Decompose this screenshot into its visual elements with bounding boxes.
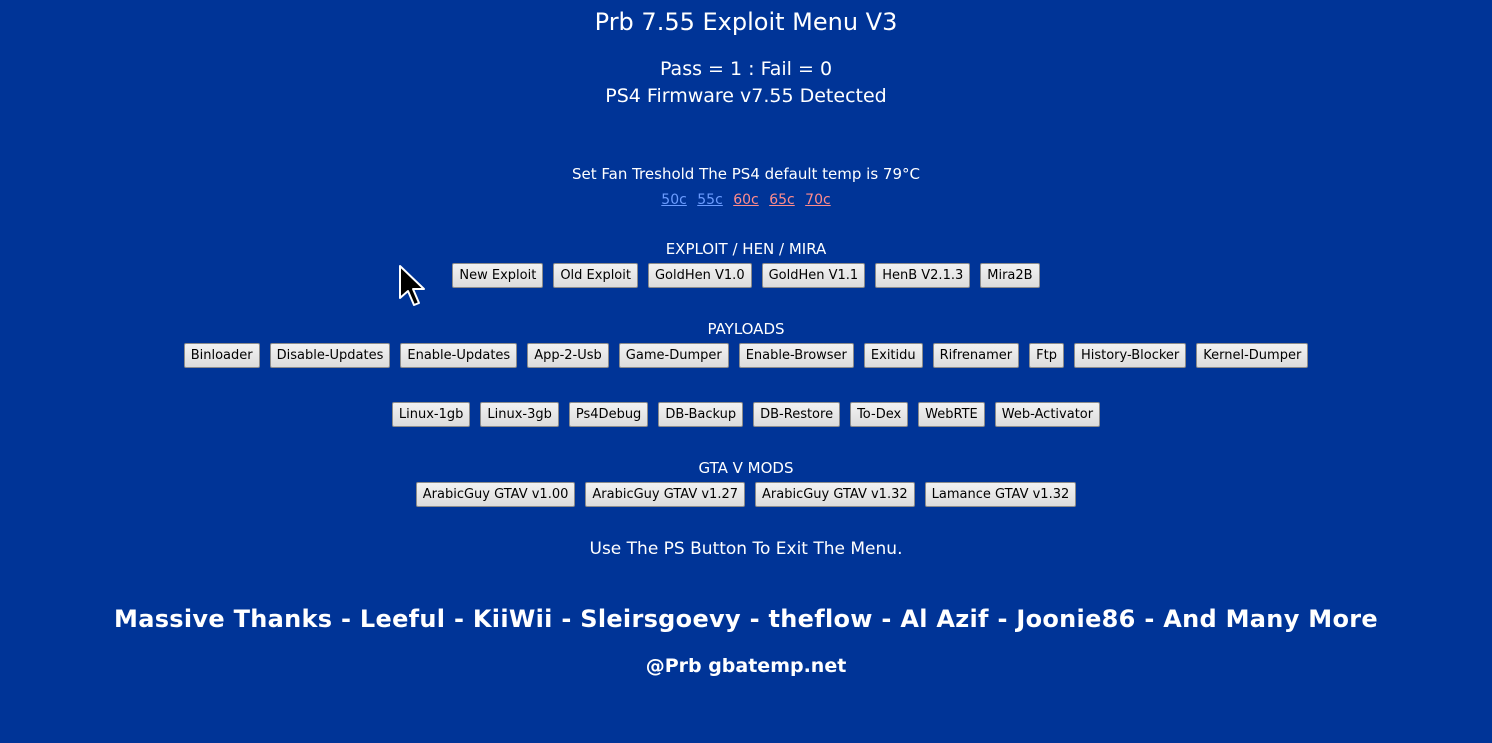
payloads-button-row-1: Binloader Disable-Updates Enable-Updates… <box>0 343 1492 368</box>
arabicguy-gtav-v100-button[interactable]: ArabicGuy GTAV v1.00 <box>415 482 576 507</box>
fan-threshold-links: 50c 55c 60c 65c 70c <box>0 192 1492 208</box>
goldhen-v10-button[interactable]: GoldHen V1.0 <box>647 263 752 288</box>
linux-3gb-button[interactable]: Linux-3gb <box>480 402 559 427</box>
new-exploit-button[interactable]: New Exploit <box>452 263 544 288</box>
disable-updates-button[interactable]: Disable-Updates <box>269 343 391 368</box>
payloads-button-row-2: Linux-1gb Linux-3gb Ps4Debug DB-Backup D… <box>0 402 1492 427</box>
webrte-button[interactable]: WebRTE <box>918 402 985 427</box>
fan-option-60c[interactable]: 60c <box>733 192 759 208</box>
author-credit: @Prb gbatemp.net <box>645 655 847 677</box>
app-2-usb-button[interactable]: App-2-Usb <box>527 343 609 368</box>
mira2b-button[interactable]: Mira2B <box>980 263 1040 288</box>
game-dumper-button[interactable]: Game-Dumper <box>618 343 729 368</box>
old-exploit-button[interactable]: Old Exploit <box>553 263 638 288</box>
rifrenamer-button[interactable]: Rifrenamer <box>932 343 1020 368</box>
enable-browser-button[interactable]: Enable-Browser <box>738 343 854 368</box>
exploit-section-heading: EXPLOIT / HEN / MIRA <box>665 240 827 258</box>
gta-section-heading: GTA V MODS <box>698 459 794 477</box>
db-restore-button[interactable]: DB-Restore <box>753 402 841 427</box>
thanks-credits: Massive Thanks - Leeful - KiiWii - Sleir… <box>114 605 1378 633</box>
linux-1gb-button[interactable]: Linux-1gb <box>391 402 471 427</box>
mouse-pointer-icon <box>399 265 425 306</box>
henb-v213-button[interactable]: HenB V2.1.3 <box>875 263 971 288</box>
to-dex-button[interactable]: To-Dex <box>850 402 909 427</box>
goldhen-v11-button[interactable]: GoldHen V1.1 <box>761 263 866 288</box>
fan-option-65c[interactable]: 65c <box>769 192 795 208</box>
payloads-section-heading: PAYLOADS <box>707 320 785 338</box>
web-activator-button[interactable]: Web-Activator <box>994 402 1101 427</box>
firmware-status: PS4 Firmware v7.55 Detected <box>605 85 887 107</box>
arabicguy-gtav-v127-button[interactable]: ArabicGuy GTAV v1.27 <box>585 482 745 507</box>
fan-option-55c[interactable]: 55c <box>697 192 723 208</box>
arabicguy-gtav-v132-button[interactable]: ArabicGuy GTAV v1.32 <box>755 482 915 507</box>
fan-threshold-title: Set Fan Treshold The PS4 default temp is… <box>571 165 920 183</box>
history-blocker-button[interactable]: History-Blocker <box>1073 343 1187 368</box>
lamance-gtav-v132-button[interactable]: Lamance GTAV v1.32 <box>924 482 1077 507</box>
enable-updates-button[interactable]: Enable-Updates <box>400 343 518 368</box>
fan-option-70c[interactable]: 70c <box>805 192 831 208</box>
ftp-button[interactable]: Ftp <box>1029 343 1064 368</box>
exitidu-button[interactable]: Exitidu <box>863 343 923 368</box>
fan-option-50c[interactable]: 50c <box>661 192 687 208</box>
ps4debug-button[interactable]: Ps4Debug <box>568 402 649 427</box>
exit-instruction: Use The PS Button To Exit The Menu. <box>589 539 903 559</box>
exploit-button-row: New Exploit Old Exploit GoldHen V1.0 Gol… <box>0 263 1492 288</box>
page-title: Prb 7.55 Exploit Menu V3 <box>594 8 898 36</box>
db-backup-button[interactable]: DB-Backup <box>658 402 744 427</box>
kernel-dumper-button[interactable]: Kernel-Dumper <box>1196 343 1309 368</box>
binloader-button[interactable]: Binloader <box>183 343 260 368</box>
gta-button-row: ArabicGuy GTAV v1.00 ArabicGuy GTAV v1.2… <box>0 482 1492 507</box>
pass-fail-status: Pass = 1 : Fail = 0 <box>659 58 833 80</box>
